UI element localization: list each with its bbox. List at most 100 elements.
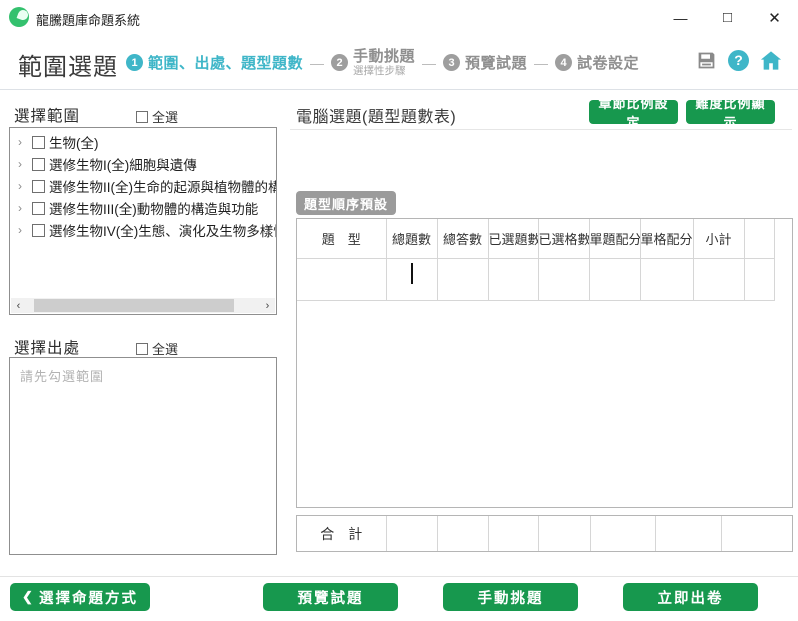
chevron-right-icon[interactable]: › — [18, 223, 30, 237]
source-placeholder: 請先勾選範圍 — [20, 369, 105, 384]
title-bar: 龍騰題庫命題系統 — □ ✕ — [0, 0, 798, 35]
chevron-right-icon[interactable]: › — [18, 157, 30, 171]
window-title: 龍騰題庫命題系統 — [36, 13, 141, 28]
chapter-ratio-button[interactable]: 章節比例設定 — [589, 96, 678, 130]
app-logo-icon — [9, 7, 29, 27]
scroll-left-icon[interactable]: ‹ — [11, 298, 26, 313]
step-3-label: 預覽試題 — [465, 55, 528, 72]
cell-points-per-blank[interactable] — [639, 257, 694, 301]
chevron-right-icon[interactable]: › — [18, 179, 30, 193]
tree-item-bio1[interactable]: › 選修生物I(全)細胞與遺傳 — [10, 153, 276, 175]
generate-exam-button[interactable]: 立即出卷 — [623, 583, 758, 611]
page-title: 範圍選題 — [18, 54, 118, 81]
step-4-label: 試卷設定 — [577, 55, 640, 72]
step-1-range[interactable]: 1 範圍、出處、題型題數 — [126, 52, 303, 73]
main-panel-title: 電腦選題(題型題數表) — [296, 109, 457, 126]
tree-item-label: 生物(全) — [49, 136, 99, 151]
source-select-all-checkbox[interactable] — [136, 342, 148, 355]
cell-selected-blanks[interactable] — [537, 257, 590, 301]
preview-questions-button[interactable]: 預覽試題 — [263, 583, 398, 611]
cell-question-type[interactable] — [297, 257, 387, 301]
chevron-right-icon[interactable]: › — [18, 201, 30, 215]
back-to-method-button[interactable]: ❮ 選擇命題方式 — [10, 583, 150, 611]
step-1-circle: 1 — [126, 54, 143, 71]
close-button[interactable]: ✕ — [751, 0, 798, 35]
step-2-label: 手動挑題 — [353, 47, 416, 65]
col-header: 題 型 — [297, 219, 387, 259]
tree-item-bio2[interactable]: › 選修生物II(全)生命的起源與植物體的構造 — [10, 175, 276, 197]
total-row: 合 計 — [297, 516, 792, 551]
chevron-left-icon: ❮ — [22, 589, 33, 604]
step-4-settings[interactable]: 4 試卷設定 — [555, 52, 639, 73]
home-icon[interactable] — [760, 49, 782, 71]
step-3-circle: 3 — [443, 54, 461, 71]
total-table: 合 計 — [297, 516, 792, 551]
col-header — [743, 219, 775, 259]
table-row — [297, 257, 775, 301]
range-panel-title: 選擇範圍 — [14, 108, 81, 125]
cell-selected-questions[interactable] — [487, 257, 539, 301]
total-cell — [487, 516, 539, 551]
range-select-all-checkbox[interactable] — [136, 110, 148, 123]
step-2-circle: 2 — [331, 54, 349, 71]
step-3-preview[interactable]: 3 預覽試題 — [443, 52, 527, 73]
col-header: 小計 — [692, 219, 745, 259]
back-button-label: 選擇命題方式 — [38, 590, 138, 607]
total-row-container: 合 計 — [296, 515, 793, 552]
tree-item-label: 選修生物I(全)細胞與遺傳 — [49, 158, 197, 173]
table-header-row: 題 型 總題數 總答數 已選題數 已選格數 單題配分 單格配分 小計 — [297, 219, 775, 259]
col-header: 單題配分 — [588, 219, 641, 259]
tree-item-bio4[interactable]: › 選修生物IV(全)生態、演化及生物多樣性 — [10, 219, 276, 241]
app-window: 龍騰題庫命題系統 — □ ✕ 範圍選題 1 範圍、出處、題型題數 — 2 手動挑… — [0, 0, 798, 621]
wizard-header: 範圍選題 1 範圍、出處、題型題數 — 2 手動挑題 選擇性步驟 — 3 預覽試… — [0, 35, 798, 90]
divider — [290, 129, 792, 130]
save-icon[interactable] — [695, 49, 717, 71]
tree-checkbox[interactable] — [32, 179, 45, 193]
question-type-table: 題 型 總題數 總答數 已選題數 已選格數 單題配分 單格配分 小計 — [297, 219, 775, 301]
total-cell — [720, 516, 792, 551]
horizontal-scrollbar[interactable]: ‹ › — [11, 298, 275, 313]
step-separator: — — [310, 54, 325, 71]
tree-checkbox[interactable] — [32, 223, 45, 237]
source-select-all[interactable]: 全選 — [136, 339, 178, 358]
total-label: 合 計 — [297, 516, 387, 551]
tree-item-label: 選修生物III(全)動物體的構造與功能 — [49, 202, 259, 217]
total-cell — [537, 516, 591, 551]
step-separator: — — [422, 54, 437, 71]
tree-item-label: 選修生物IV(全)生態、演化及生物多樣性 — [49, 224, 276, 239]
tree-checkbox[interactable] — [32, 201, 45, 215]
question-type-table-container: 題 型 總題數 總答數 已選題數 已選格數 單題配分 單格配分 小計 — [296, 218, 793, 508]
tree-checkbox[interactable] — [32, 157, 45, 171]
step-4-circle: 4 — [555, 54, 573, 71]
minimize-button[interactable]: — — [657, 0, 704, 35]
maximize-button[interactable]: □ — [704, 0, 751, 35]
cell-extra[interactable] — [743, 257, 775, 301]
manual-pick-button[interactable]: 手動挑題 — [443, 583, 578, 611]
col-header: 單格配分 — [639, 219, 694, 259]
total-cell — [589, 516, 656, 551]
scroll-right-icon[interactable]: › — [260, 298, 275, 313]
cell-total-answers[interactable] — [436, 257, 489, 301]
step-1-label: 範圍、出處、題型題數 — [148, 55, 304, 72]
tree-item-biology[interactable]: › 生物(全) — [10, 131, 276, 153]
total-cell — [436, 516, 489, 551]
chevron-right-icon[interactable]: › — [18, 135, 30, 149]
tree-item-label: 選修生物II(全)生命的起源與植物體的構造 — [49, 180, 276, 195]
step-2-manual[interactable]: 2 手動挑題 選擇性步驟 — [331, 48, 415, 77]
source-select-all-label: 全選 — [152, 342, 179, 357]
col-header: 已選格數 — [537, 219, 590, 259]
cell-subtotal[interactable] — [692, 257, 745, 301]
tree-checkbox[interactable] — [32, 135, 45, 149]
type-order-preset-button[interactable]: 題型順序預設 — [296, 191, 397, 215]
tree-item-bio3[interactable]: › 選修生物III(全)動物體的構造與功能 — [10, 197, 276, 219]
scrollbar-thumb[interactable] — [34, 299, 234, 312]
range-select-all-label: 全選 — [152, 110, 179, 125]
difficulty-ratio-button[interactable]: 難度比例顯示 — [686, 96, 775, 130]
step-2-sublabel: 選擇性步驟 — [353, 65, 406, 78]
source-panel-title: 選擇出處 — [14, 340, 81, 357]
range-select-all[interactable]: 全選 — [136, 107, 178, 126]
cell-points-per-question[interactable] — [588, 257, 641, 301]
step-separator: — — [534, 54, 549, 71]
help-icon[interactable]: ? — [728, 49, 749, 71]
source-list: 請先勾選範圍 — [9, 357, 277, 555]
